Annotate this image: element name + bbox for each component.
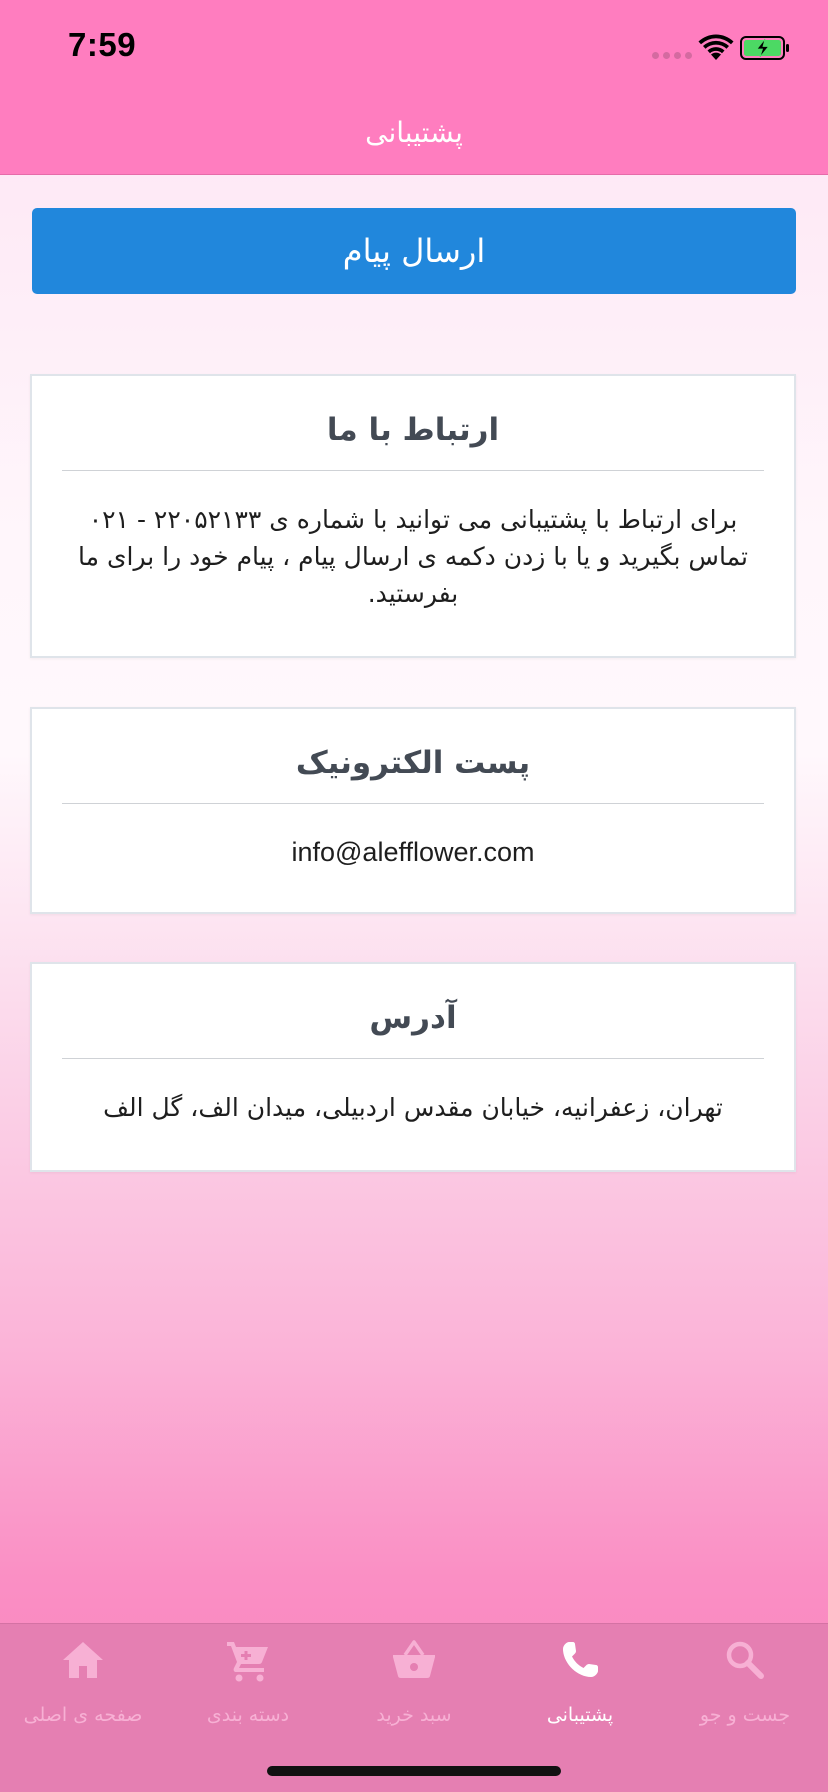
cart-icon	[227, 1642, 268, 1682]
status-bar: 7:59	[0, 0, 828, 96]
wifi-icon	[698, 34, 734, 60]
tab-label: جست و جو	[699, 1704, 791, 1726]
card-title: ارتباط با ما	[326, 412, 500, 448]
address-card: آدرس تهران، زعفرانیه، خیابان مقدس اردبیل…	[30, 962, 796, 1172]
home-icon	[63, 1642, 103, 1678]
email-text: info@alefflower.com	[291, 837, 535, 867]
search-icon	[726, 1641, 764, 1679]
contact-us-card: ارتباط با ما برای ارتباط با پشتیبانی می …	[30, 374, 796, 658]
nav-header: پشتیبانی	[0, 96, 828, 175]
home-indicator[interactable]	[267, 1766, 561, 1776]
tab-label: دسته بندی	[206, 1704, 290, 1726]
tab-search[interactable]: جست و جو	[662, 1624, 828, 1734]
tab-label: سبد خرید	[376, 1704, 452, 1726]
status-time: 7:59	[68, 26, 137, 63]
card-title: آدرس	[369, 1000, 457, 1036]
address-text: تهران، زعفرانیه، خیابان مقدس اردبیلی، می…	[103, 1093, 723, 1122]
page-title: پشتیبانی	[365, 116, 463, 149]
card-title: پست الکترونیک	[295, 745, 531, 781]
card-body: برای ارتباط با پشتیبانی می توانید با شما…	[78, 505, 748, 608]
tab-support[interactable]: پشتیبانی	[497, 1624, 663, 1734]
phone-icon	[563, 1642, 598, 1677]
tab-basket[interactable]: سبد خرید	[331, 1624, 497, 1734]
tab-home[interactable]: صفحه ی اصلی	[0, 1624, 166, 1734]
support-screen: 7:59 پشتیبانی ارسال پیام ارتباط با ما بر…	[0, 0, 828, 1792]
battery-charging-icon	[740, 36, 789, 60]
email-card: پست الکترونیک info@alefflower.com	[30, 707, 796, 914]
basket-icon	[393, 1640, 435, 1678]
tab-label: صفحه ی اصلی	[23, 1704, 143, 1726]
cellular-signal-icon	[652, 52, 692, 59]
send-message-button[interactable]: ارسال پیام	[32, 208, 796, 294]
tab-label: پشتیبانی	[546, 1704, 614, 1726]
tab-categories[interactable]: دسته بندی	[165, 1624, 331, 1734]
